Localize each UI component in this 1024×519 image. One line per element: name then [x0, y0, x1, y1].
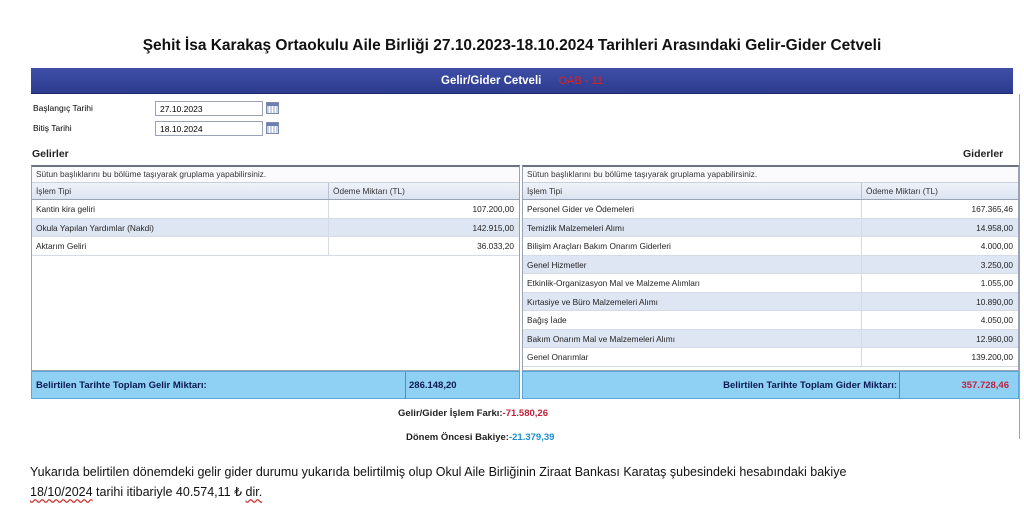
expense-heading: Giderler — [963, 148, 1004, 160]
row-type: Bilişim Araçları Bakım Onarım Giderleri — [523, 237, 862, 255]
row-amount: 12.960,00 — [976, 333, 1013, 344]
frame-right-border — [1019, 94, 1020, 439]
income-col-amount[interactable]: Ödeme Miktarı (TL) — [329, 183, 519, 199]
expense-grid: Sütun başlıklarını bu bölüme taşıyarak g… — [522, 165, 1019, 371]
expense-group-panel[interactable]: Sütun başlıklarını bu bölüme taşıyarak g… — [523, 167, 1018, 183]
expense-col-amount[interactable]: Ödeme Miktarı (TL) — [862, 183, 1018, 199]
income-total-label: Belirtilen Tarihte Toplam Gelir Miktarı: — [36, 380, 207, 391]
expense-total-label: Belirtilen Tarihte Toplam Gider Miktarı: — [723, 380, 897, 391]
prev-balance-value: -21.379,39 — [508, 432, 555, 443]
table-row[interactable]: Aktarım Geliri 36.033,20 — [32, 237, 519, 256]
prev-balance-summary: Dönem Öncesi Bakiye:-21.379,39 — [406, 432, 554, 443]
income-group-panel[interactable]: Sütun başlıklarını bu bölüme taşıyarak g… — [32, 167, 519, 183]
row-amount: 3.250,00 — [980, 259, 1013, 270]
row-type: Aktarım Geliri — [32, 237, 329, 255]
end-date-input[interactable] — [155, 121, 263, 136]
note-line-2: 18/10/2024 tarihi itibariyle 40.574,11 ₺… — [30, 482, 1010, 502]
table-row[interactable]: Bağış İade 4.050,00 — [523, 311, 1018, 330]
divider — [405, 372, 406, 399]
row-amount: 139.200,00 — [971, 352, 1013, 362]
row-type: Bağış İade — [523, 311, 862, 329]
note-mid: tarihi itibariyle 40.574,11 ₺ — [92, 485, 246, 499]
row-amount: 36.033,20 — [477, 241, 514, 251]
row-type: Kırtasiye ve Büro Malzemeleri Alımı — [523, 292, 862, 310]
row-amount: 10.890,00 — [976, 296, 1013, 307]
diff-summary: Gelir/Gider İşlem Farkı:-71.580,26 — [398, 408, 548, 419]
row-amount: 4.000,00 — [980, 241, 1013, 251]
income-column-headers: İşlem Tipi Ödeme Miktarı (TL) — [32, 183, 519, 200]
table-row[interactable]: Temizlik Malzemeleri Alımı 14.958,00 — [523, 218, 1018, 237]
calendar-icon[interactable] — [266, 122, 279, 134]
row-type: Bakım Onarım Mal ve Malzemeleri Alımı — [523, 329, 862, 347]
row-amount: 1.055,00 — [980, 278, 1013, 288]
report-header: Gelir/Gider Cetveli OAB - 11 — [31, 68, 1013, 94]
income-rows: Kantin kira geliri 107.200,00 Okula Yapıl… — [32, 200, 519, 256]
expense-col-type[interactable]: İşlem Tipi — [523, 183, 862, 199]
diff-label: Gelir/Gider İşlem Farkı: — [398, 408, 503, 419]
calendar-icon[interactable] — [266, 102, 279, 114]
income-heading: Gelirler — [32, 148, 69, 160]
note-date: 18/10/2024 — [30, 485, 93, 499]
table-row[interactable]: Bilişim Araçları Bakım Onarım Giderleri 4… — [523, 237, 1018, 256]
table-row[interactable]: Etkinlik-Organizasyon Mal ve Malzeme Alı… — [523, 274, 1018, 293]
expense-total-bar: Belirtilen Tarihte Toplam Gider Miktarı:… — [522, 371, 1019, 399]
row-amount: 142.915,00 — [472, 222, 514, 233]
start-date-input[interactable] — [155, 101, 263, 116]
table-row[interactable]: Kantin kira geliri 107.200,00 — [32, 200, 519, 219]
row-amount: 14.958,00 — [976, 222, 1013, 233]
row-type: Temizlik Malzemeleri Alımı — [523, 218, 862, 236]
expense-total-value: 357.728,46 — [961, 380, 1009, 391]
row-amount: 107.200,00 — [472, 204, 514, 214]
end-date-label: Bitiş Tarihi — [33, 123, 72, 133]
report-badge: OAB - 11 — [558, 75, 603, 87]
report-header-label: Gelir/Gider Cetveli — [441, 75, 542, 87]
table-row[interactable]: Bakım Onarım Mal ve Malzemeleri Alımı 12.… — [523, 329, 1018, 348]
row-type: Genel Hizmetler — [523, 255, 862, 273]
table-row[interactable]: Genel Onarımlar 139.200,00 — [523, 348, 1018, 367]
note-line-1: Yukarıda belirtilen dönemdeki gelir gide… — [30, 465, 847, 479]
balance-note: Yukarıda belirtilen dönemdeki gelir gide… — [30, 462, 1010, 502]
row-amount: 4.050,00 — [980, 315, 1013, 325]
start-date-label: Başlangıç Tarihi — [33, 103, 93, 113]
divider — [899, 372, 900, 399]
prev-balance-label: Dönem Öncesi Bakiye: — [406, 432, 509, 443]
table-row[interactable]: Genel Hizmetler 3.250,00 — [523, 255, 1018, 274]
note-end: dir. — [245, 485, 263, 499]
table-row[interactable]: Kırtasiye ve Büro Malzemeleri Alımı 10.89… — [523, 292, 1018, 311]
row-type: Etkinlik-Organizasyon Mal ve Malzeme Alı… — [523, 274, 862, 292]
page-title: Şehit İsa Karakaş Ortaokulu Aile Birliği… — [142, 37, 882, 54]
income-grid: Sütun başlıklarını bu bölüme taşıyarak g… — [31, 165, 520, 371]
row-type: Genel Onarımlar — [523, 348, 862, 366]
diff-value: -71.580,26 — [502, 408, 548, 419]
row-type: Personel Gider ve Ödemeleri — [523, 200, 862, 218]
expense-rows: Personel Gider ve Ödemeleri 167.365,46 Te… — [523, 200, 1018, 367]
income-col-type[interactable]: İşlem Tipi — [32, 183, 329, 199]
row-type: Okula Yapılan Yardımlar (Nakdi) — [32, 218, 329, 236]
income-total-value: 286.148,20 — [409, 380, 457, 391]
table-row[interactable]: Okula Yapılan Yardımlar (Nakdi) 142.915,0… — [32, 218, 519, 237]
income-total-bar: Belirtilen Tarihte Toplam Gelir Miktarı:… — [31, 371, 520, 399]
row-type: Kantin kira geliri — [32, 200, 329, 218]
row-amount: 167.365,46 — [971, 204, 1013, 214]
report-frame: Gelir/Gider Cetveli OAB - 11 Başlangıç T… — [31, 68, 1020, 460]
table-row[interactable]: Personel Gider ve Ödemeleri 167.365,46 — [523, 200, 1018, 219]
expense-column-headers: İşlem Tipi Ödeme Miktarı (TL) — [523, 183, 1018, 200]
